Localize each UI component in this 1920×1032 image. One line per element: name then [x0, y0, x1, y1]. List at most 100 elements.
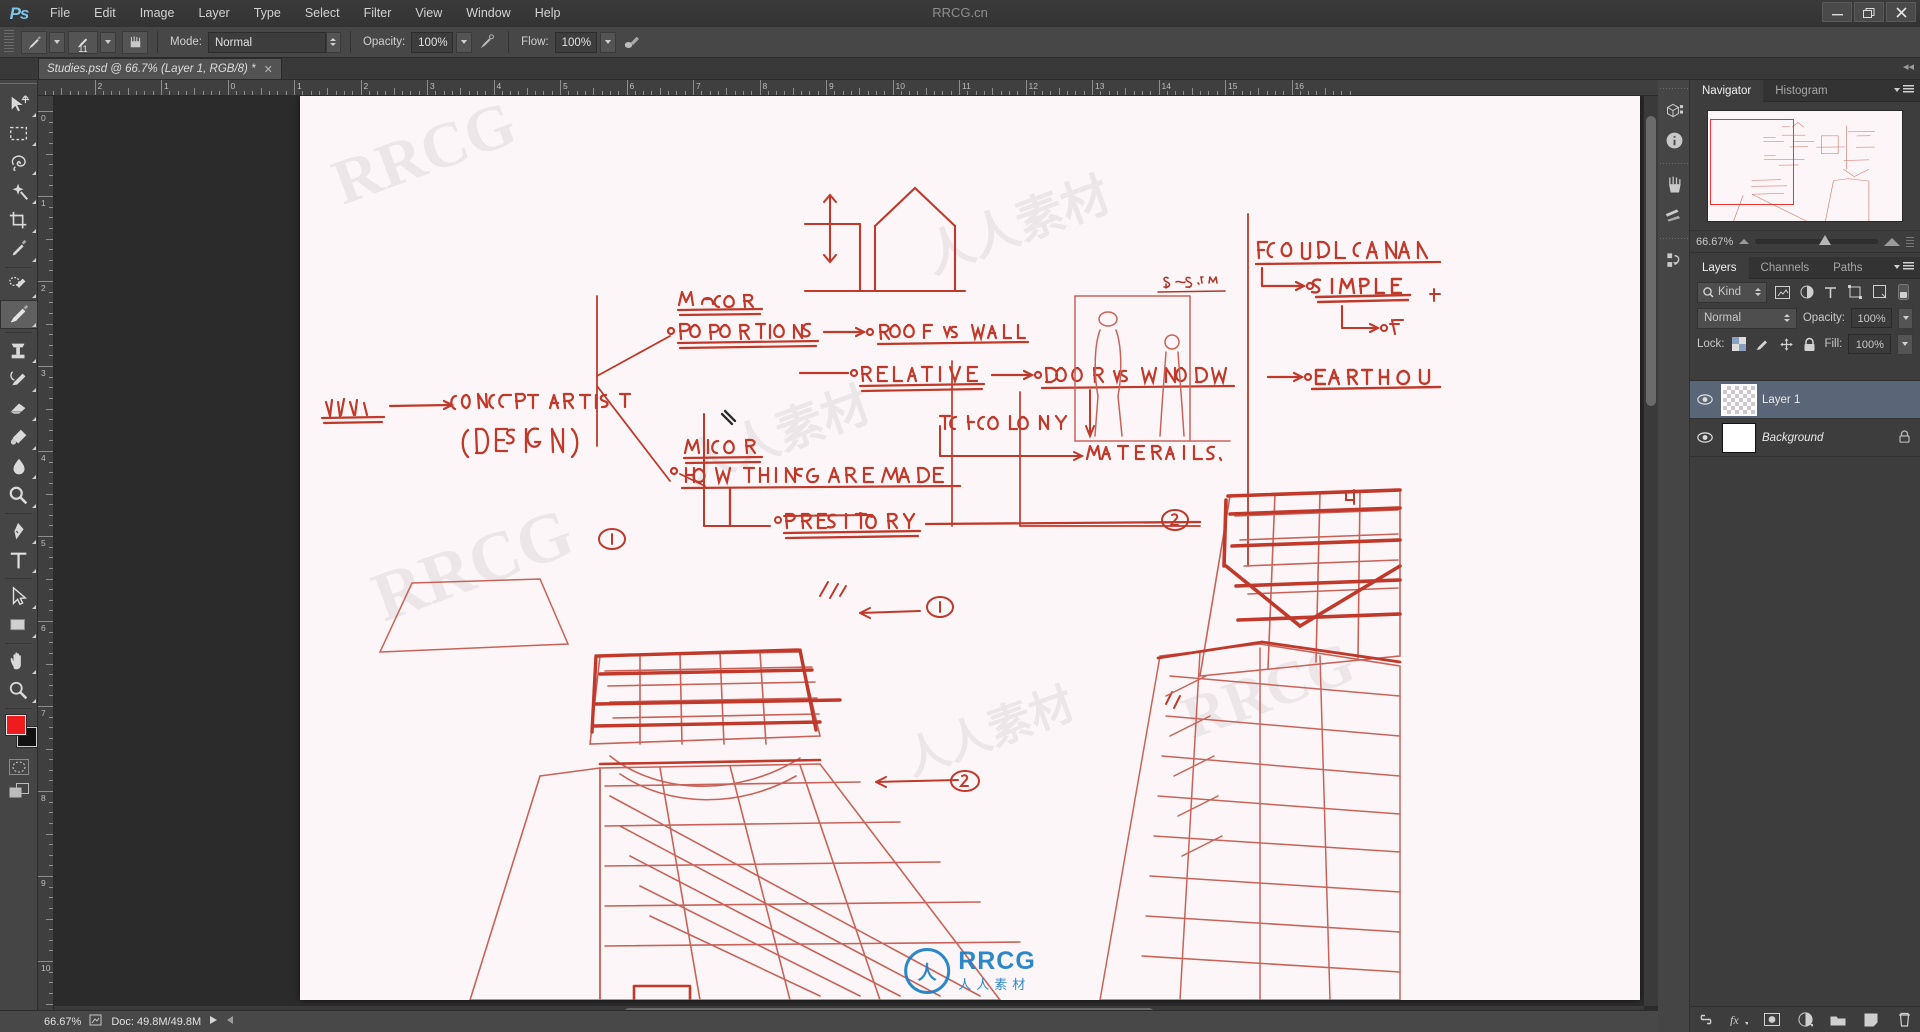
adjustment-layer-icon[interactable]: [1796, 1011, 1814, 1029]
brush-size-picker[interactable]: 11: [68, 30, 116, 54]
brush-size-dropdown[interactable]: [100, 31, 116, 53]
tab-histogram[interactable]: Histogram: [1763, 80, 1839, 102]
lasso-tool[interactable]: [0, 148, 38, 177]
filter-smart-objects-icon[interactable]: [1870, 282, 1888, 303]
navigator-zoom-value[interactable]: 66.67%: [1696, 236, 1733, 248]
hand-tool[interactable]: [0, 647, 38, 676]
dock-grip[interactable]: [1658, 84, 1689, 93]
brush-tool-preset-picker[interactable]: [21, 30, 65, 54]
delete-layer-icon[interactable]: [1895, 1011, 1913, 1029]
status-expand-icon[interactable]: [209, 1015, 218, 1028]
vertical-scroll-thumb[interactable]: [1646, 116, 1656, 406]
tab-layers[interactable]: Layers: [1690, 256, 1749, 279]
doc-thumbnail-icon[interactable]: [89, 1014, 103, 1030]
lock-image-pixels-icon[interactable]: [1754, 335, 1771, 353]
lock-position-icon[interactable]: [1777, 335, 1794, 353]
status-collapse-icon[interactable]: [226, 1015, 235, 1028]
new-group-icon[interactable]: [1829, 1011, 1847, 1029]
blend-mode-value[interactable]: Normal: [207, 31, 326, 53]
eyedropper-tool[interactable]: [0, 235, 38, 264]
pressure-opacity-icon[interactable]: [475, 31, 499, 54]
layers-panel-menu[interactable]: [1894, 262, 1914, 271]
navigator-panel-menu[interactable]: [1894, 85, 1914, 94]
flow-dropdown[interactable]: [599, 31, 616, 53]
menu-item-image[interactable]: Image: [128, 0, 187, 27]
opacity-input[interactable]: 100%: [411, 31, 454, 53]
layer-row[interactable]: Layer 1: [1690, 381, 1920, 419]
navigator-view-box[interactable]: [1710, 119, 1794, 205]
filter-toggle-switch[interactable]: [1895, 282, 1913, 303]
tab-paths[interactable]: Paths: [1821, 257, 1874, 279]
flow-input[interactable]: 100%: [554, 31, 597, 53]
panel-resize-grip[interactable]: [1906, 236, 1914, 247]
screen-mode-toggle[interactable]: [0, 779, 38, 803]
brush-size-preview[interactable]: 11: [68, 30, 98, 54]
menu-item-type[interactable]: Type: [242, 0, 293, 27]
menu-item-file[interactable]: File: [38, 0, 82, 27]
link-icon[interactable]: [1697, 1011, 1715, 1029]
status-zoom-value[interactable]: 66.67%: [44, 1016, 81, 1028]
layer-visibility-icon[interactable]: [1694, 432, 1716, 443]
rectangle-tool[interactable]: [0, 611, 38, 640]
path-selection-tool[interactable]: [0, 582, 38, 611]
restore-button[interactable]: [1854, 2, 1884, 22]
canvas-area[interactable]: RRCG RRCG 人人素材 人人素材 RRCG 人人素材 人 RRCG 人人素…: [54, 96, 1658, 1020]
dock-grip-2[interactable]: [1658, 159, 1689, 168]
filter-pixel-layers-icon[interactable]: [1773, 282, 1791, 303]
toolbox-grip[interactable]: [0, 80, 37, 90]
zoom-slider-thumb[interactable]: [1819, 235, 1832, 245]
layer-visibility-icon[interactable]: [1694, 394, 1716, 405]
tab-channels[interactable]: Channels: [1749, 257, 1822, 279]
3d-panel-icon[interactable]: [1658, 95, 1690, 125]
zoom-out-icon[interactable]: [1739, 239, 1750, 244]
horizontal-type-tool[interactable]: [0, 546, 38, 575]
menu-item-window[interactable]: Window: [454, 0, 522, 27]
actions-panel-icon[interactable]: [1658, 245, 1690, 275]
brush-presets-icon[interactable]: [1658, 170, 1690, 200]
history-brush-tool[interactable]: [0, 365, 38, 394]
filter-type-layers-icon[interactable]: [1822, 282, 1840, 303]
document-canvas[interactable]: RRCG RRCG 人人素材 人人素材 RRCG 人人素材 人 RRCG 人人素…: [300, 96, 1640, 1000]
crop-tool[interactable]: [0, 206, 38, 235]
brush-tool[interactable]: [0, 300, 38, 329]
pen-tool[interactable]: [0, 517, 38, 546]
toggle-brush-panel-button[interactable]: [122, 30, 148, 54]
brush-tool-icon[interactable]: [21, 30, 47, 54]
layer-fill-value[interactable]: 100%: [1848, 334, 1892, 354]
menu-item-layer[interactable]: Layer: [186, 0, 241, 27]
dodge-tool[interactable]: [0, 481, 38, 510]
layer-thumbnail[interactable]: [1722, 422, 1756, 453]
magic-wand-tool[interactable]: [0, 177, 38, 206]
dock-grip-3[interactable]: [1658, 234, 1689, 243]
layer-opacity-dropdown[interactable]: [1898, 307, 1913, 329]
canvas-vertical-scrollbar[interactable]: [1644, 96, 1658, 1006]
eraser-tool[interactable]: [0, 394, 38, 423]
fx-icon[interactable]: fx: [1730, 1011, 1748, 1029]
layer-thumbnail[interactable]: [1721, 383, 1757, 416]
minimize-button[interactable]: [1822, 2, 1852, 22]
close-button[interactable]: [1886, 2, 1916, 22]
lock-transparent-pixels-icon[interactable]: [1731, 335, 1748, 353]
move-tool[interactable]: [0, 90, 38, 119]
zoom-slider[interactable]: [1755, 235, 1878, 245]
layer-opacity-value[interactable]: 100%: [1851, 308, 1893, 328]
menu-item-view[interactable]: View: [403, 0, 454, 27]
layer-filter-kind-select[interactable]: Kind: [1697, 281, 1768, 303]
foreground-color-swatch[interactable]: [6, 715, 26, 735]
color-swatches[interactable]: [0, 713, 38, 755]
lock-all-icon[interactable]: [1801, 335, 1818, 353]
layer-mask-icon[interactable]: [1763, 1011, 1781, 1029]
layer-blend-mode-select[interactable]: Normal: [1697, 307, 1797, 329]
rectangular-marquee-tool[interactable]: [0, 119, 38, 148]
blend-mode-stepper[interactable]: [325, 31, 341, 53]
new-layer-icon[interactable]: [1862, 1011, 1880, 1029]
clone-stamp-tool[interactable]: [0, 336, 38, 365]
layer-row[interactable]: Background: [1690, 419, 1920, 457]
tab-navigator[interactable]: Navigator: [1690, 79, 1764, 102]
options-bar-grip[interactable]: [4, 30, 14, 54]
blur-tool[interactable]: [0, 452, 38, 481]
layer-fill-dropdown[interactable]: [1897, 333, 1913, 355]
opacity-dropdown[interactable]: [456, 31, 473, 53]
quick-mask-toggle[interactable]: [0, 755, 38, 779]
airbrush-icon[interactable]: [619, 31, 645, 54]
